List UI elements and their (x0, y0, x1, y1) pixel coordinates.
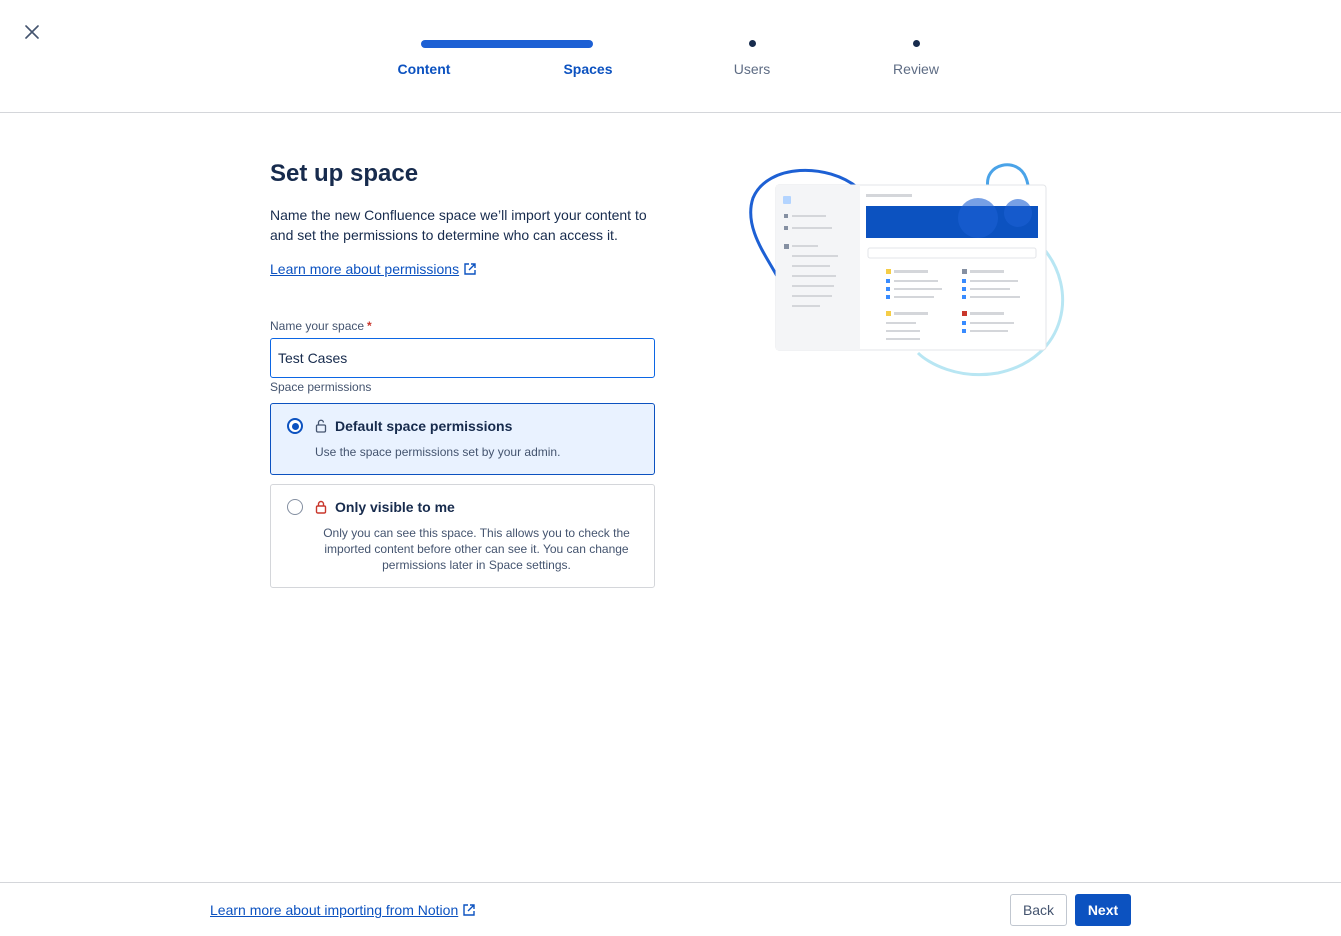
external-link-icon (464, 263, 476, 275)
step-content: Content (397, 61, 451, 77)
space-name-label: Name your space * (270, 319, 656, 333)
wizard-header: Content Spaces Users Review (0, 0, 1341, 113)
default-permissions-title: Default space permissions (335, 418, 513, 434)
next-button[interactable]: Next (1075, 894, 1131, 926)
page-title: Set up space (270, 160, 419, 187)
default-permissions-radio[interactable] (287, 418, 303, 434)
learn-import-notion-link[interactable]: Learn more about importing from Notion (210, 902, 476, 918)
private-permissions-title: Only visible to me (335, 499, 455, 515)
progress-bar (421, 40, 593, 48)
default-permissions-description: Use the space permissions set by your ad… (315, 445, 561, 459)
step-users: Users (733, 61, 771, 77)
back-button[interactable]: Back (1010, 894, 1067, 926)
private-permissions-option[interactable]: Only visible to me Only you can see this… (270, 484, 655, 588)
space-name-input[interactable] (270, 338, 655, 378)
private-permissions-description: Only you can see this space. This allows… (323, 526, 630, 572)
space-illustration (748, 158, 1074, 378)
space-name-label-text: Name your space (270, 319, 365, 333)
learn-permissions-link[interactable]: Learn more about permissions (270, 261, 477, 277)
lock-icon (315, 500, 327, 514)
wizard-footer: Learn more about importing from Notion B… (0, 882, 1341, 936)
learn-import-notion-link-text: Learn more about importing from Notion (210, 902, 459, 918)
external-link-icon (463, 904, 475, 916)
step-dot-users (749, 40, 756, 47)
default-permissions-option[interactable]: Default space permissions Use the space … (270, 403, 655, 475)
step-spaces: Spaces (563, 61, 613, 77)
unlock-icon (315, 419, 327, 433)
required-marker: * (367, 319, 372, 333)
learn-permissions-link-text: Learn more about permissions (270, 261, 460, 277)
close-icon (25, 25, 39, 39)
step-review: Review (893, 61, 939, 77)
setup-space-form: Set up space Name the new Confluence spa… (270, 150, 656, 588)
step-dot-review (913, 40, 920, 47)
page-description: Name the new Confluence space we’ll impo… (270, 207, 647, 243)
space-permissions-label: Space permissions (270, 380, 372, 394)
private-permissions-radio[interactable] (287, 499, 303, 515)
close-button[interactable] (20, 20, 44, 44)
